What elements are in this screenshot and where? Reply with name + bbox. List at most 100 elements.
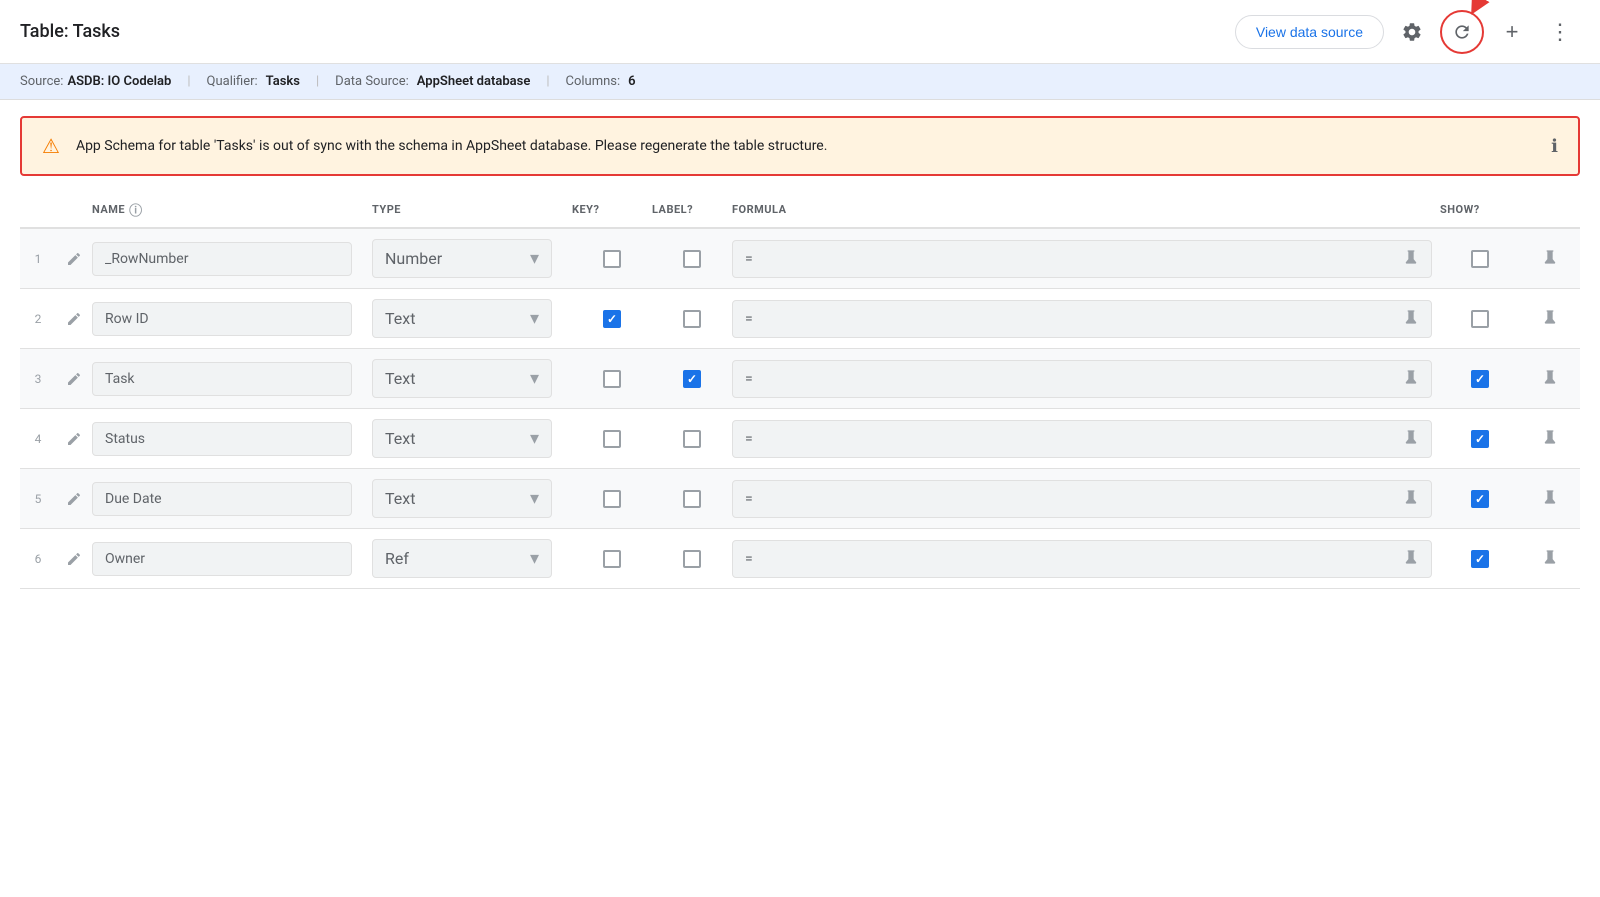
- label-cb[interactable]: [683, 490, 701, 508]
- refresh-circle-indicator: [1440, 10, 1484, 54]
- show-beaker-icon[interactable]: [1542, 309, 1558, 329]
- edit-icon-row-3[interactable]: [56, 371, 92, 387]
- more-options-button[interactable]: ⋮: [1540, 12, 1580, 52]
- show-checkbox-row-2[interactable]: [1440, 310, 1520, 328]
- page-title: Table: Tasks: [20, 21, 120, 42]
- show-beaker-icon[interactable]: [1542, 429, 1558, 449]
- name-field-row-5: Due Date: [92, 482, 372, 516]
- show-cb[interactable]: [1471, 250, 1489, 268]
- type-field-row-1[interactable]: Number ▾: [372, 239, 572, 278]
- key-checkbox-row-6[interactable]: [572, 550, 652, 568]
- show-cb[interactable]: [1471, 550, 1489, 568]
- show-beaker-icon[interactable]: [1542, 249, 1558, 269]
- info-icon-name: ⓘ: [129, 200, 143, 219]
- show-checkbox-row-4[interactable]: [1440, 430, 1520, 448]
- label-cb[interactable]: [683, 370, 701, 388]
- datasource-label: Data Source:: [335, 74, 409, 89]
- alert-message: App Schema for table 'Tasks' is out of s…: [76, 138, 1535, 154]
- col-header-edit: [56, 200, 92, 219]
- formula-beaker-icon[interactable]: [1403, 309, 1419, 329]
- label-cb[interactable]: [683, 430, 701, 448]
- key-checkbox-row-5[interactable]: [572, 490, 652, 508]
- label-cb[interactable]: [683, 250, 701, 268]
- type-field-row-6[interactable]: Ref ▾: [372, 539, 572, 578]
- col-header-rownum: [20, 200, 56, 219]
- formula-beaker-icon[interactable]: [1403, 249, 1419, 269]
- show-cb[interactable]: [1471, 370, 1489, 388]
- label-cb[interactable]: [683, 310, 701, 328]
- formula-beaker-icon[interactable]: [1403, 489, 1419, 509]
- table-row: 3 Task Text ▾ =: [20, 349, 1580, 409]
- key-checkbox-row-1[interactable]: [572, 250, 652, 268]
- refresh-button[interactable]: [1444, 14, 1480, 50]
- settings-button[interactable]: [1392, 12, 1432, 52]
- col-header-show: SHOW?: [1440, 200, 1520, 219]
- show-cb[interactable]: [1471, 310, 1489, 328]
- type-field-row-2[interactable]: Text ▾: [372, 299, 572, 338]
- key-cb[interactable]: [603, 370, 621, 388]
- edit-icon-row-4[interactable]: [56, 431, 92, 447]
- column-headers: NAME ⓘ TYPE KEY? LABEL? FORMULA SHOW?: [20, 192, 1580, 229]
- formula-beaker-icon[interactable]: [1403, 549, 1419, 569]
- show-beaker-row-6[interactable]: [1520, 549, 1580, 569]
- header-actions: View data source: [1235, 10, 1580, 54]
- col-header-key: KEY?: [572, 200, 652, 219]
- show-beaker-row-5[interactable]: [1520, 489, 1580, 509]
- formula-beaker-icon[interactable]: [1403, 369, 1419, 389]
- qualifier-value: Tasks: [266, 74, 300, 89]
- type-field-row-3[interactable]: Text ▾: [372, 359, 572, 398]
- key-cb[interactable]: [603, 430, 621, 448]
- show-checkbox-row-5[interactable]: [1440, 490, 1520, 508]
- show-beaker-icon[interactable]: [1542, 489, 1558, 509]
- add-button[interactable]: +: [1492, 12, 1532, 52]
- name-field-row-1: _RowNumber: [92, 242, 372, 276]
- warning-icon: ⚠: [42, 134, 60, 158]
- edit-icon-row-6[interactable]: [56, 551, 92, 567]
- show-cb[interactable]: [1471, 490, 1489, 508]
- columns-label: Columns:: [566, 74, 621, 89]
- formula-beaker-icon[interactable]: [1403, 429, 1419, 449]
- show-beaker-icon[interactable]: [1542, 549, 1558, 569]
- key-checkbox-row-3[interactable]: [572, 370, 652, 388]
- label-checkbox-row-6[interactable]: [652, 550, 732, 568]
- label-checkbox-row-4[interactable]: [652, 430, 732, 448]
- col-header-label: LABEL?: [652, 200, 732, 219]
- type-field-row-5[interactable]: Text ▾: [372, 479, 572, 518]
- show-beaker-row-2[interactable]: [1520, 309, 1580, 329]
- edit-icon-row-1[interactable]: [56, 251, 92, 267]
- show-cb[interactable]: [1471, 430, 1489, 448]
- type-field-row-4[interactable]: Text ▾: [372, 419, 572, 458]
- key-cb[interactable]: [603, 490, 621, 508]
- key-checkbox-row-4[interactable]: [572, 430, 652, 448]
- key-cb[interactable]: [603, 550, 621, 568]
- columns-value: 6: [628, 74, 635, 89]
- view-datasource-button[interactable]: View data source: [1235, 15, 1384, 49]
- formula-cell-row-6: =: [732, 540, 1440, 578]
- label-checkbox-row-1[interactable]: [652, 250, 732, 268]
- show-beaker-row-4[interactable]: [1520, 429, 1580, 449]
- show-checkbox-row-3[interactable]: [1440, 370, 1520, 388]
- edit-icon-row-5[interactable]: [56, 491, 92, 507]
- source-value: ASDB: IO Codelab: [67, 74, 171, 89]
- formula-cell-row-3: =: [732, 360, 1440, 398]
- show-checkbox-row-6[interactable]: [1440, 550, 1520, 568]
- label-checkbox-row-5[interactable]: [652, 490, 732, 508]
- row-number-6: 6: [20, 552, 56, 566]
- table-row: 6 Owner Ref ▾ =: [20, 529, 1580, 589]
- qualifier-label: Qualifier:: [207, 74, 258, 89]
- show-beaker-row-1[interactable]: [1520, 249, 1580, 269]
- key-checkbox-row-2[interactable]: [572, 310, 652, 328]
- label-checkbox-row-3[interactable]: [652, 370, 732, 388]
- show-checkbox-row-1[interactable]: [1440, 250, 1520, 268]
- label-checkbox-row-2[interactable]: [652, 310, 732, 328]
- refresh-icon: [1452, 22, 1472, 42]
- edit-icon-row-2[interactable]: [56, 311, 92, 327]
- info-icon[interactable]: ℹ: [1551, 136, 1558, 157]
- key-cb[interactable]: [603, 310, 621, 328]
- label-cb[interactable]: [683, 550, 701, 568]
- name-field-row-3: Task: [92, 362, 372, 396]
- row-number-3: 3: [20, 372, 56, 386]
- key-cb[interactable]: [603, 250, 621, 268]
- show-beaker-icon[interactable]: [1542, 369, 1558, 389]
- show-beaker-row-3[interactable]: [1520, 369, 1580, 389]
